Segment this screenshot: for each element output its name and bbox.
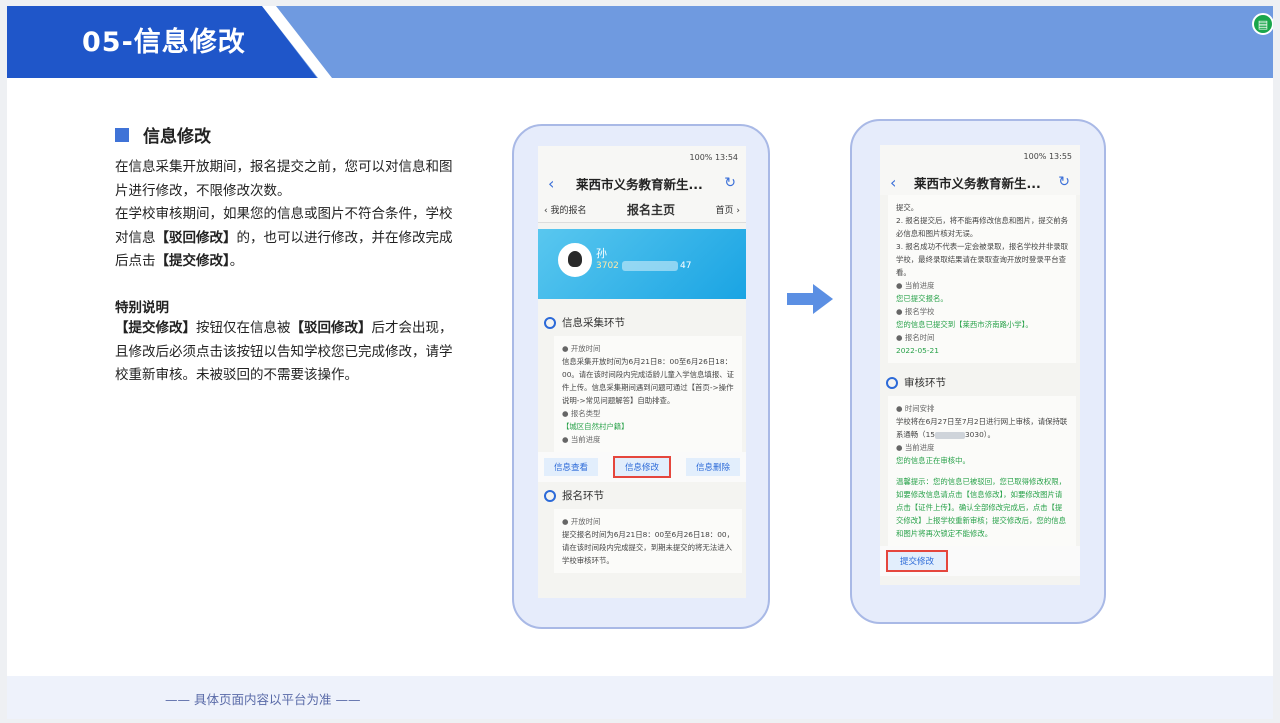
footer-note: —— 具体页面内容以平台为准 —— <box>165 692 361 707</box>
app-title: 莱西市义务教育新生... <box>913 175 1041 191</box>
avatar <box>558 243 592 277</box>
section-header-review: 审核环节 <box>880 369 1080 396</box>
app-title: 莱西市义务教育新生... <box>575 176 703 192</box>
nav-home[interactable]: 首页 › <box>716 203 740 216</box>
section-header-info-collection: 信息采集环节 <box>538 309 746 336</box>
app-title-bar: ‹ 莱西市义务教育新生... ↻ <box>538 170 746 196</box>
note-title: 特别说明 <box>115 300 169 316</box>
ring-icon <box>886 376 898 389</box>
footer: —— 具体页面内容以平台为准 —— <box>7 676 1273 719</box>
edit-info-button[interactable]: 信息修改 <box>613 456 671 478</box>
user-card: 孙 3702 47 <box>538 229 746 299</box>
nav-my-registration[interactable]: ‹ 我的报名 <box>544 203 586 216</box>
submit-row: 提交修改 <box>880 546 1080 576</box>
submit-changes-button[interactable]: 提交修改 <box>886 550 948 572</box>
right-arrow-icon <box>787 284 833 314</box>
refresh-icon[interactable]: ↻ <box>724 175 736 191</box>
phone-mockup-2: 100% 13:55 ‹ 莱西市义务教育新生... ↻ 提交。 2. 报名提交后… <box>850 119 1106 624</box>
nav-current-page: 报名主页 <box>626 202 675 217</box>
view-info-button[interactable]: 信息查看 <box>544 458 598 476</box>
masked-phone-number <box>934 431 965 439</box>
section-heading: 信息修改 <box>115 122 211 147</box>
user-name: 孙 <box>596 247 607 260</box>
slide: 05-信息修改 ▤ 信息修改 在信息采集开放期间，报名提交之前，您可以对信息和图… <box>7 6 1273 719</box>
phone-mockup-1: 100% 13:54 ‹ 莱西市义务教育新生... ↻ ‹ 我的报名 报名主页 … <box>512 124 770 629</box>
note-paragraph: 【提交修改】按钮仅在信息被【驳回修改】后才会出现，且修改后必须点击该按钮以告知学… <box>115 320 453 383</box>
slides-icon[interactable]: ▤ <box>1252 13 1273 35</box>
user-id-start: 3702 <box>596 261 619 271</box>
info-collection-details: ● 开放时间 信息采集开放时间为6月21日8：00至6月26日18：00。请在该… <box>554 336 742 452</box>
back-icon[interactable]: ‹ <box>890 173 896 192</box>
user-id-end: 47 <box>680 261 692 271</box>
ring-icon <box>544 316 556 329</box>
ring-icon <box>544 489 556 502</box>
rejection-tip: 温馨提示：您的信息已被驳回，您已取得修改权限，如要修改信息请点击【信息修改】，如… <box>896 477 1066 538</box>
review-details: ● 时间安排 学校将在6月27日至7月2日进行网上审核，请保持联系通畅（15 30… <box>888 396 1076 546</box>
page-title: 05-信息修改 <box>82 27 246 58</box>
action-button-row: 信息查看 信息修改 信息删除 <box>538 452 746 482</box>
phone-screen-1: 100% 13:54 ‹ 莱西市义务教育新生... ↻ ‹ 我的报名 报名主页 … <box>538 146 746 598</box>
back-icon[interactable]: ‹ <box>548 174 554 193</box>
delete-info-button[interactable]: 信息删除 <box>686 458 740 476</box>
registration-details: ● 开放时间 提交报名时间为6月21日8：00至6月26日18：00，请在该时间… <box>554 509 742 573</box>
description-paragraph-1: 在信息采集开放期间，报名提交之前，您可以对信息和图片进行修改，不限修改次数。 <box>115 159 453 199</box>
status-bar: 100% 13:55 <box>880 145 1080 169</box>
registration-notes: 提交。 2. 报名提交后，将不能再修改信息和图片，提交前务必信息和图片核对无误。… <box>888 195 1076 363</box>
sub-navigation: ‹ 我的报名 报名主页 首页 › <box>538 196 746 223</box>
section-title: 信息修改 <box>143 127 211 147</box>
user-id-masked <box>622 261 678 271</box>
status-bar: 100% 13:54 <box>538 146 746 170</box>
section-header-registration: 报名环节 <box>538 482 746 509</box>
refresh-icon[interactable]: ↻ <box>1058 174 1070 190</box>
square-bullet-icon <box>115 127 129 142</box>
app-title-bar: ‹ 莱西市义务教育新生... ↻ <box>880 169 1080 195</box>
description-paragraph-2: 在学校审核期间，如果您的信息或图片不符合条件，学校对信息【驳回修改】的，也可以进… <box>115 206 453 269</box>
phone-screen-2: 100% 13:55 ‹ 莱西市义务教育新生... ↻ 提交。 2. 报名提交后… <box>880 145 1080 585</box>
